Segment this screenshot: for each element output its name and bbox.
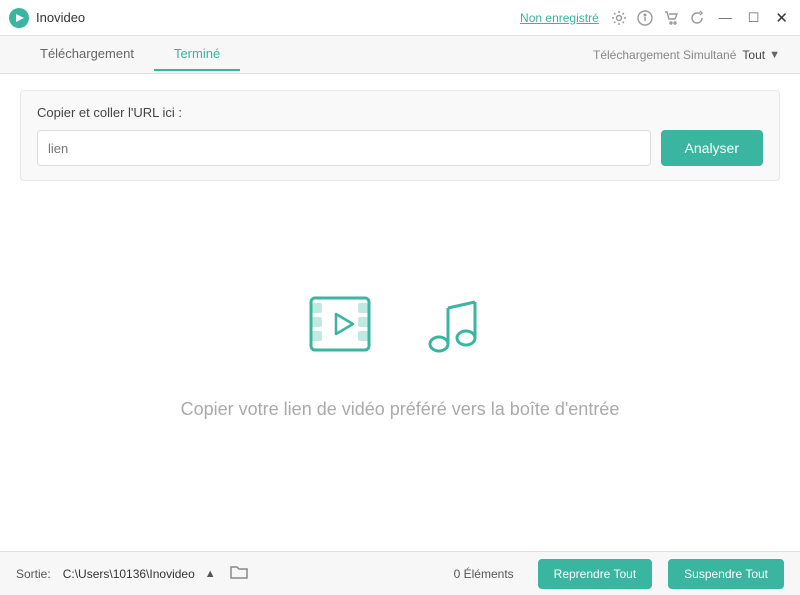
empty-icons — [303, 286, 497, 371]
maximize-button[interactable]: ☐ — [744, 8, 764, 28]
info-icon[interactable] — [637, 10, 653, 26]
sortie-arrow-icon[interactable]: ▲ — [205, 568, 216, 580]
resume-all-button[interactable]: Reprendre Tout — [538, 559, 653, 589]
pause-all-button[interactable]: Suspendre Tout — [668, 559, 784, 589]
tab-termine[interactable]: Terminé — [154, 38, 240, 71]
close-button[interactable]: ✕ — [771, 7, 792, 29]
cart-icon[interactable] — [663, 10, 679, 26]
titlebar: Inovideo Non enregistré — [0, 0, 800, 36]
main-content: Copier et coller l'URL ici : Analyser — [0, 74, 800, 551]
empty-state: Copier votre lien de vidéo préféré vers … — [20, 201, 780, 535]
empty-state-text: Copier votre lien de vidéo préféré vers … — [181, 399, 620, 420]
window-buttons: — ☐ ✕ — [715, 7, 792, 29]
url-label: Copier et coller l'URL ici : — [37, 105, 763, 120]
elements-count: 0 Éléments — [454, 567, 514, 581]
refresh-icon[interactable] — [689, 10, 705, 26]
tout-dropdown-icon[interactable]: ▼ — [769, 49, 780, 61]
tab-telechargement[interactable]: Téléchargement — [20, 38, 154, 71]
app-logo — [8, 7, 30, 29]
sortie-path: C:\Users\10136\Inovideo — [63, 567, 195, 581]
register-link[interactable]: Non enregistré — [520, 11, 599, 25]
film-icon — [303, 286, 393, 371]
settings-icon[interactable] — [611, 10, 627, 26]
toolbar-icons — [611, 10, 705, 26]
simultaneous-label: Téléchargement Simultané — [593, 48, 736, 62]
statusbar: Sortie: C:\Users\10136\Inovideo ▲ 0 Élém… — [0, 551, 800, 595]
url-section: Copier et coller l'URL ici : Analyser — [20, 90, 780, 181]
app-name: Inovideo — [36, 10, 520, 25]
tabbar: Téléchargement Terminé Téléchargement Si… — [0, 36, 800, 74]
url-input-row: Analyser — [37, 130, 763, 166]
url-input[interactable] — [37, 130, 651, 166]
sortie-label: Sortie: — [16, 567, 51, 581]
music-icon — [417, 286, 497, 371]
tout-label: Tout — [742, 48, 765, 62]
analyze-button[interactable]: Analyser — [661, 130, 763, 166]
minimize-button[interactable]: — — [715, 8, 736, 27]
folder-icon[interactable] — [230, 564, 248, 584]
